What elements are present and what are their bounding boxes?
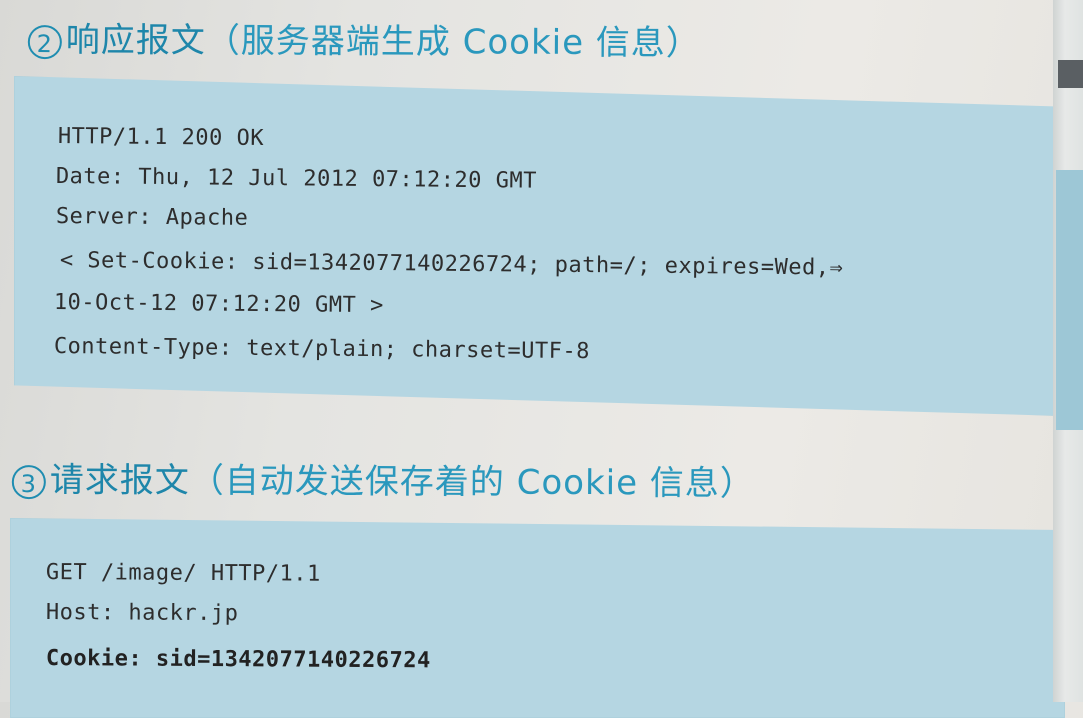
- response-server-header: Server: Apache: [55, 204, 249, 231]
- request-section-heading: 3 请求报文（自动发送保存着的 Cookie 信息）: [11, 452, 755, 505]
- response-section-title: 响应报文: [65, 20, 206, 61]
- request-section-subtitle: （自动发送保存着的 Cookie 信息）: [189, 460, 755, 504]
- page-edge-marker: [1058, 60, 1083, 88]
- response-set-cookie-continuation: 10-Oct-12 07:12:20 GMT >: [53, 290, 384, 319]
- response-content-type-header: Content-Type: text/plain; charset=UTF-8: [53, 334, 591, 365]
- request-cookie-header: Cookie: sid=1342077140226724: [45, 646, 431, 674]
- book-page: 2 响应报文（服务器端生成 Cookie 信息） HTTP/1.1 200 OK …: [0, 0, 1083, 718]
- response-date-header: Date: Thu, 12 Jul 2012 07:12:20 GMT: [55, 164, 538, 194]
- request-section-title: 请求报文: [49, 460, 190, 501]
- response-section-heading: 2 响应报文（服务器端生成 Cookie 信息）: [27, 12, 701, 65]
- request-line: GET /image/ HTTP/1.1: [45, 560, 321, 587]
- chapter-tab: [1056, 170, 1083, 430]
- response-status-line: HTTP/1.1 200 OK: [57, 124, 265, 151]
- request-section-number: 3: [11, 464, 46, 499]
- response-section-number: 2: [27, 24, 62, 59]
- request-host-header: Host: hackr.jp: [45, 600, 239, 627]
- response-section-subtitle: （服务器端生成 Cookie 信息）: [205, 20, 701, 64]
